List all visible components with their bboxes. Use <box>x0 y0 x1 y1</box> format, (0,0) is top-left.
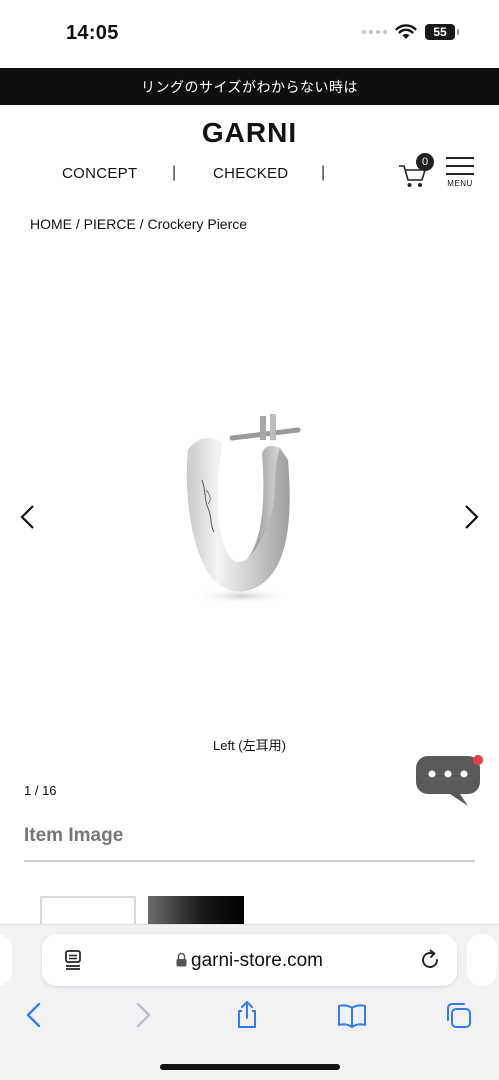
url-text: garni-store.com <box>191 950 323 971</box>
status-indicators: 55 <box>362 24 459 40</box>
share-icon[interactable] <box>232 1000 262 1030</box>
item-image-heading: Item Image <box>24 825 124 846</box>
status-time: 14:05 <box>66 22 119 44</box>
menu-button[interactable]: MENU <box>443 155 477 191</box>
nav-concept-link[interactable]: CONCEPT <box>62 165 137 182</box>
nav-separator: | <box>172 164 177 181</box>
wifi-icon <box>395 24 417 39</box>
cellular-signal-icon <box>362 30 387 34</box>
cart-count-badge: 0 <box>416 153 434 171</box>
chat-bubble-icon[interactable] <box>414 752 488 810</box>
battery-indicator: 55 <box>425 24 459 40</box>
nav-checked-link[interactable]: CHECKED <box>213 165 288 182</box>
menu-label: MENU <box>447 179 473 188</box>
banner-text: リングのサイズがわからない時は <box>140 78 359 95</box>
address-bar[interactable]: garni-store.com <box>42 934 457 986</box>
chat-notification-dot <box>473 755 483 765</box>
home-indicator[interactable] <box>160 1064 340 1070</box>
carousel-next-arrow-icon[interactable] <box>459 502 483 532</box>
previous-tab-preview[interactable] <box>0 934 12 986</box>
item-thumbnail[interactable] <box>40 896 136 926</box>
tabs-icon[interactable] <box>444 1000 474 1030</box>
site-logo[interactable]: GARNI <box>0 117 499 149</box>
section-divider <box>24 860 475 862</box>
image-counter: 1 / 16 <box>24 783 57 798</box>
status-bar: 14:05 55 <box>0 0 499 68</box>
reload-icon[interactable] <box>418 948 442 972</box>
item-thumbnail[interactable] <box>148 896 244 926</box>
product-image-earring[interactable] <box>170 400 320 610</box>
carousel-prev-arrow-icon[interactable] <box>16 502 40 532</box>
next-tab-preview[interactable] <box>467 934 497 986</box>
back-arrow-icon[interactable] <box>20 1000 50 1030</box>
forward-arrow-icon[interactable] <box>127 1000 157 1030</box>
nav-separator: | <box>321 164 326 181</box>
url-display[interactable]: garni-store.com <box>42 950 457 972</box>
breadcrumb[interactable]: HOME / PIERCE / Crockery Pierce <box>30 216 247 232</box>
size-guide-banner[interactable]: リングのサイズがわからない時は <box>0 68 499 105</box>
bookmarks-icon[interactable] <box>337 1000 367 1030</box>
lock-icon <box>176 952 187 967</box>
